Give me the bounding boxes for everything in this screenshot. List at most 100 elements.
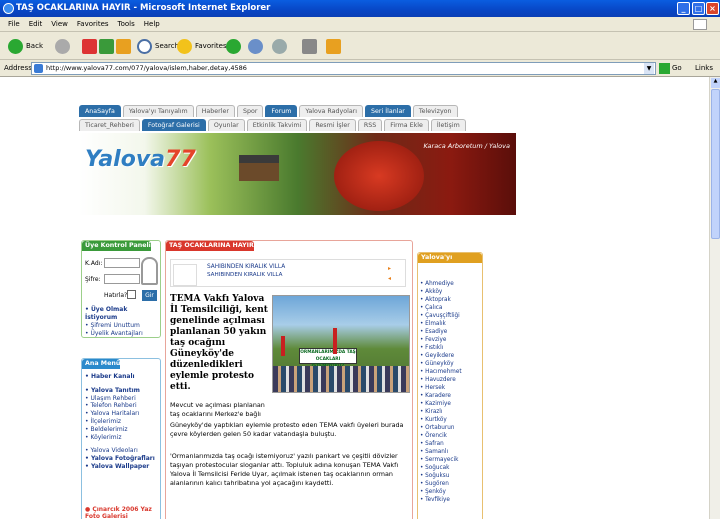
- district-link[interactable]: • Çalıca: [420, 304, 480, 312]
- nav-tab[interactable]: İletişim: [430, 119, 466, 131]
- nav-tab[interactable]: Etkinlik Takvimi: [246, 119, 308, 131]
- district-link[interactable]: • Elmalık: [420, 320, 480, 328]
- district-link[interactable]: • Ahmediye: [420, 280, 480, 288]
- main-menu-item[interactable]: • İlçelerimiz: [85, 418, 157, 426]
- home-icon[interactable]: [116, 39, 131, 54]
- links-button[interactable]: Links: [695, 60, 713, 77]
- district-link[interactable]: • Kirazlı: [420, 408, 480, 416]
- district-link[interactable]: • Güneyköy: [420, 360, 480, 368]
- history-icon[interactable]: [248, 39, 263, 54]
- district-link[interactable]: • Geyikdere: [420, 352, 480, 360]
- register-link[interactable]: • Üye Olmak İstiyorum: [85, 306, 160, 322]
- nav-tab[interactable]: Televizyon: [412, 105, 458, 117]
- main-menu-item[interactable]: • Telefon Rehberi: [85, 402, 157, 410]
- nav-tab[interactable]: Spor: [236, 105, 264, 117]
- district-link[interactable]: • Fevziye: [420, 336, 480, 344]
- favorites-button[interactable]: Favorites: [177, 38, 227, 54]
- district-link[interactable]: • Ortaburun: [420, 424, 480, 432]
- main-menu-item[interactable]: • Yalova Fotoğrafları: [85, 455, 157, 463]
- district-link[interactable]: • Tevfikiye: [420, 496, 480, 504]
- district-link[interactable]: • Safran: [420, 440, 480, 448]
- forgot-password-link[interactable]: • Şifremi Unuttum: [85, 322, 160, 330]
- login-button[interactable]: Gir: [142, 290, 157, 301]
- refresh-icon[interactable]: [99, 39, 114, 54]
- main-menu-item[interactable]: • Köylerimiz: [85, 434, 157, 442]
- menu-favorites[interactable]: Favorites: [77, 20, 109, 28]
- nav-tab[interactable]: Ticaret_Rehberi: [79, 119, 140, 131]
- nav-tab[interactable]: AnaSayfa: [79, 105, 121, 117]
- district-link[interactable]: • Şenköy: [420, 488, 480, 496]
- main-menu-title: Ana Menü: [82, 359, 121, 369]
- district-link[interactable]: • Örencik: [420, 432, 480, 440]
- nav-tab[interactable]: Yalova Radyoları: [299, 105, 364, 117]
- key-icon: [141, 257, 158, 285]
- print-icon[interactable]: [302, 39, 317, 54]
- address-input[interactable]: http://www.yalova77.com/077/yalova/islem…: [31, 62, 656, 75]
- go-button[interactable]: Go: [672, 60, 682, 77]
- nav-tab[interactable]: Resmi İşler: [309, 119, 356, 131]
- stop-icon[interactable]: [82, 39, 97, 54]
- web-page: AnaSayfa Yalova'yı Tanıyalım Haberler Sp…: [0, 77, 709, 519]
- membership-benefits-link[interactable]: • Üyelik Avantajları: [85, 330, 160, 338]
- site-logo[interactable]: Yalova77: [85, 147, 196, 172]
- district-link[interactable]: • Samanlı: [420, 448, 480, 456]
- district-link[interactable]: • Fıstıklı: [420, 344, 480, 352]
- back-button[interactable]: Back: [8, 38, 43, 54]
- address-label: Address: [4, 64, 32, 72]
- scroll-thumb[interactable]: [711, 89, 720, 239]
- ad-prev-icon[interactable]: ◂: [388, 275, 391, 282]
- main-menu-item[interactable]: • Yalova Wallpaper: [85, 463, 157, 471]
- vertical-scrollbar[interactable]: ▲: [709, 77, 720, 519]
- district-link[interactable]: • Soğuksu: [420, 472, 480, 480]
- go-arrow-icon[interactable]: [659, 63, 670, 74]
- main-menu-item[interactable]: • Haber Kanalı: [85, 373, 157, 381]
- menu-view[interactable]: View: [51, 20, 68, 28]
- menu-edit[interactable]: Edit: [29, 20, 43, 28]
- minimize-button[interactable]: _: [677, 2, 690, 15]
- main-menu-item[interactable]: • Ulaşım Rehberi: [85, 395, 157, 403]
- district-link[interactable]: • Soğucak: [420, 464, 480, 472]
- nav-tab[interactable]: Oyunlar: [207, 119, 245, 131]
- main-menu-item[interactable]: • Beldelerimiz: [85, 426, 157, 434]
- nav-tab[interactable]: RSS: [357, 119, 383, 131]
- district-link[interactable]: • Esadiye: [420, 328, 480, 336]
- nav-tab[interactable]: Yalova'yı Tanıyalım: [122, 105, 194, 117]
- menu-file[interactable]: File: [8, 20, 20, 28]
- scroll-up-icon[interactable]: ▲: [711, 78, 720, 88]
- remember-checkbox[interactable]: [127, 290, 136, 299]
- media-icon[interactable]: [226, 39, 241, 54]
- district-link[interactable]: • Kazimiye: [420, 400, 480, 408]
- district-link[interactable]: • Sermayecik: [420, 456, 480, 464]
- maximize-button[interactable]: □: [692, 2, 705, 15]
- district-link[interactable]: • Çavuşçiftliği: [420, 312, 480, 320]
- district-link[interactable]: • Hacımehmet: [420, 368, 480, 376]
- nav-tab[interactable]: Haberler: [195, 105, 235, 117]
- district-link[interactable]: • Kurtköy: [420, 416, 480, 424]
- menu-help[interactable]: Help: [144, 20, 160, 28]
- nav-tab[interactable]: Forum: [265, 105, 298, 117]
- ad-box[interactable]: SAHIBINDEN KIRALIK VILLA SAHIBINDEN KIRA…: [170, 259, 406, 287]
- main-menu-item[interactable]: • Yalova Tanıtım: [85, 387, 157, 395]
- nav-tab[interactable]: Fotoğraf Galerisi: [141, 119, 206, 131]
- username-input[interactable]: [104, 258, 140, 268]
- nav-tab[interactable]: Firma Ekle: [384, 119, 429, 131]
- ad-next-icon[interactable]: ▸: [388, 265, 391, 272]
- search-button[interactable]: Search: [137, 38, 179, 54]
- district-link[interactable]: • Karadere: [420, 392, 480, 400]
- main-menu-item[interactable]: • Yalova Videoları: [85, 447, 157, 455]
- district-link[interactable]: • Akköy: [420, 288, 480, 296]
- district-link[interactable]: • Sugören: [420, 480, 480, 488]
- district-link[interactable]: • Hersek: [420, 384, 480, 392]
- main-menu-item[interactable]: • Yalova Haritaları: [85, 410, 157, 418]
- mail-icon[interactable]: [272, 39, 287, 54]
- menu-tools[interactable]: Tools: [118, 20, 135, 28]
- password-input[interactable]: [104, 274, 140, 284]
- district-link[interactable]: • Aktoprak: [420, 296, 480, 304]
- chevron-down-icon[interactable]: ▼: [644, 63, 654, 74]
- messenger-icon[interactable]: [326, 39, 341, 54]
- district-link[interactable]: • Havuzdere: [420, 376, 480, 384]
- close-button[interactable]: ×: [706, 2, 719, 15]
- forward-button[interactable]: [55, 38, 73, 54]
- promo-link[interactable]: ● Çınarcık 2006 Yaz Foto Galerisi: [85, 506, 160, 519]
- nav-tab[interactable]: Seri İlanlar: [365, 105, 411, 117]
